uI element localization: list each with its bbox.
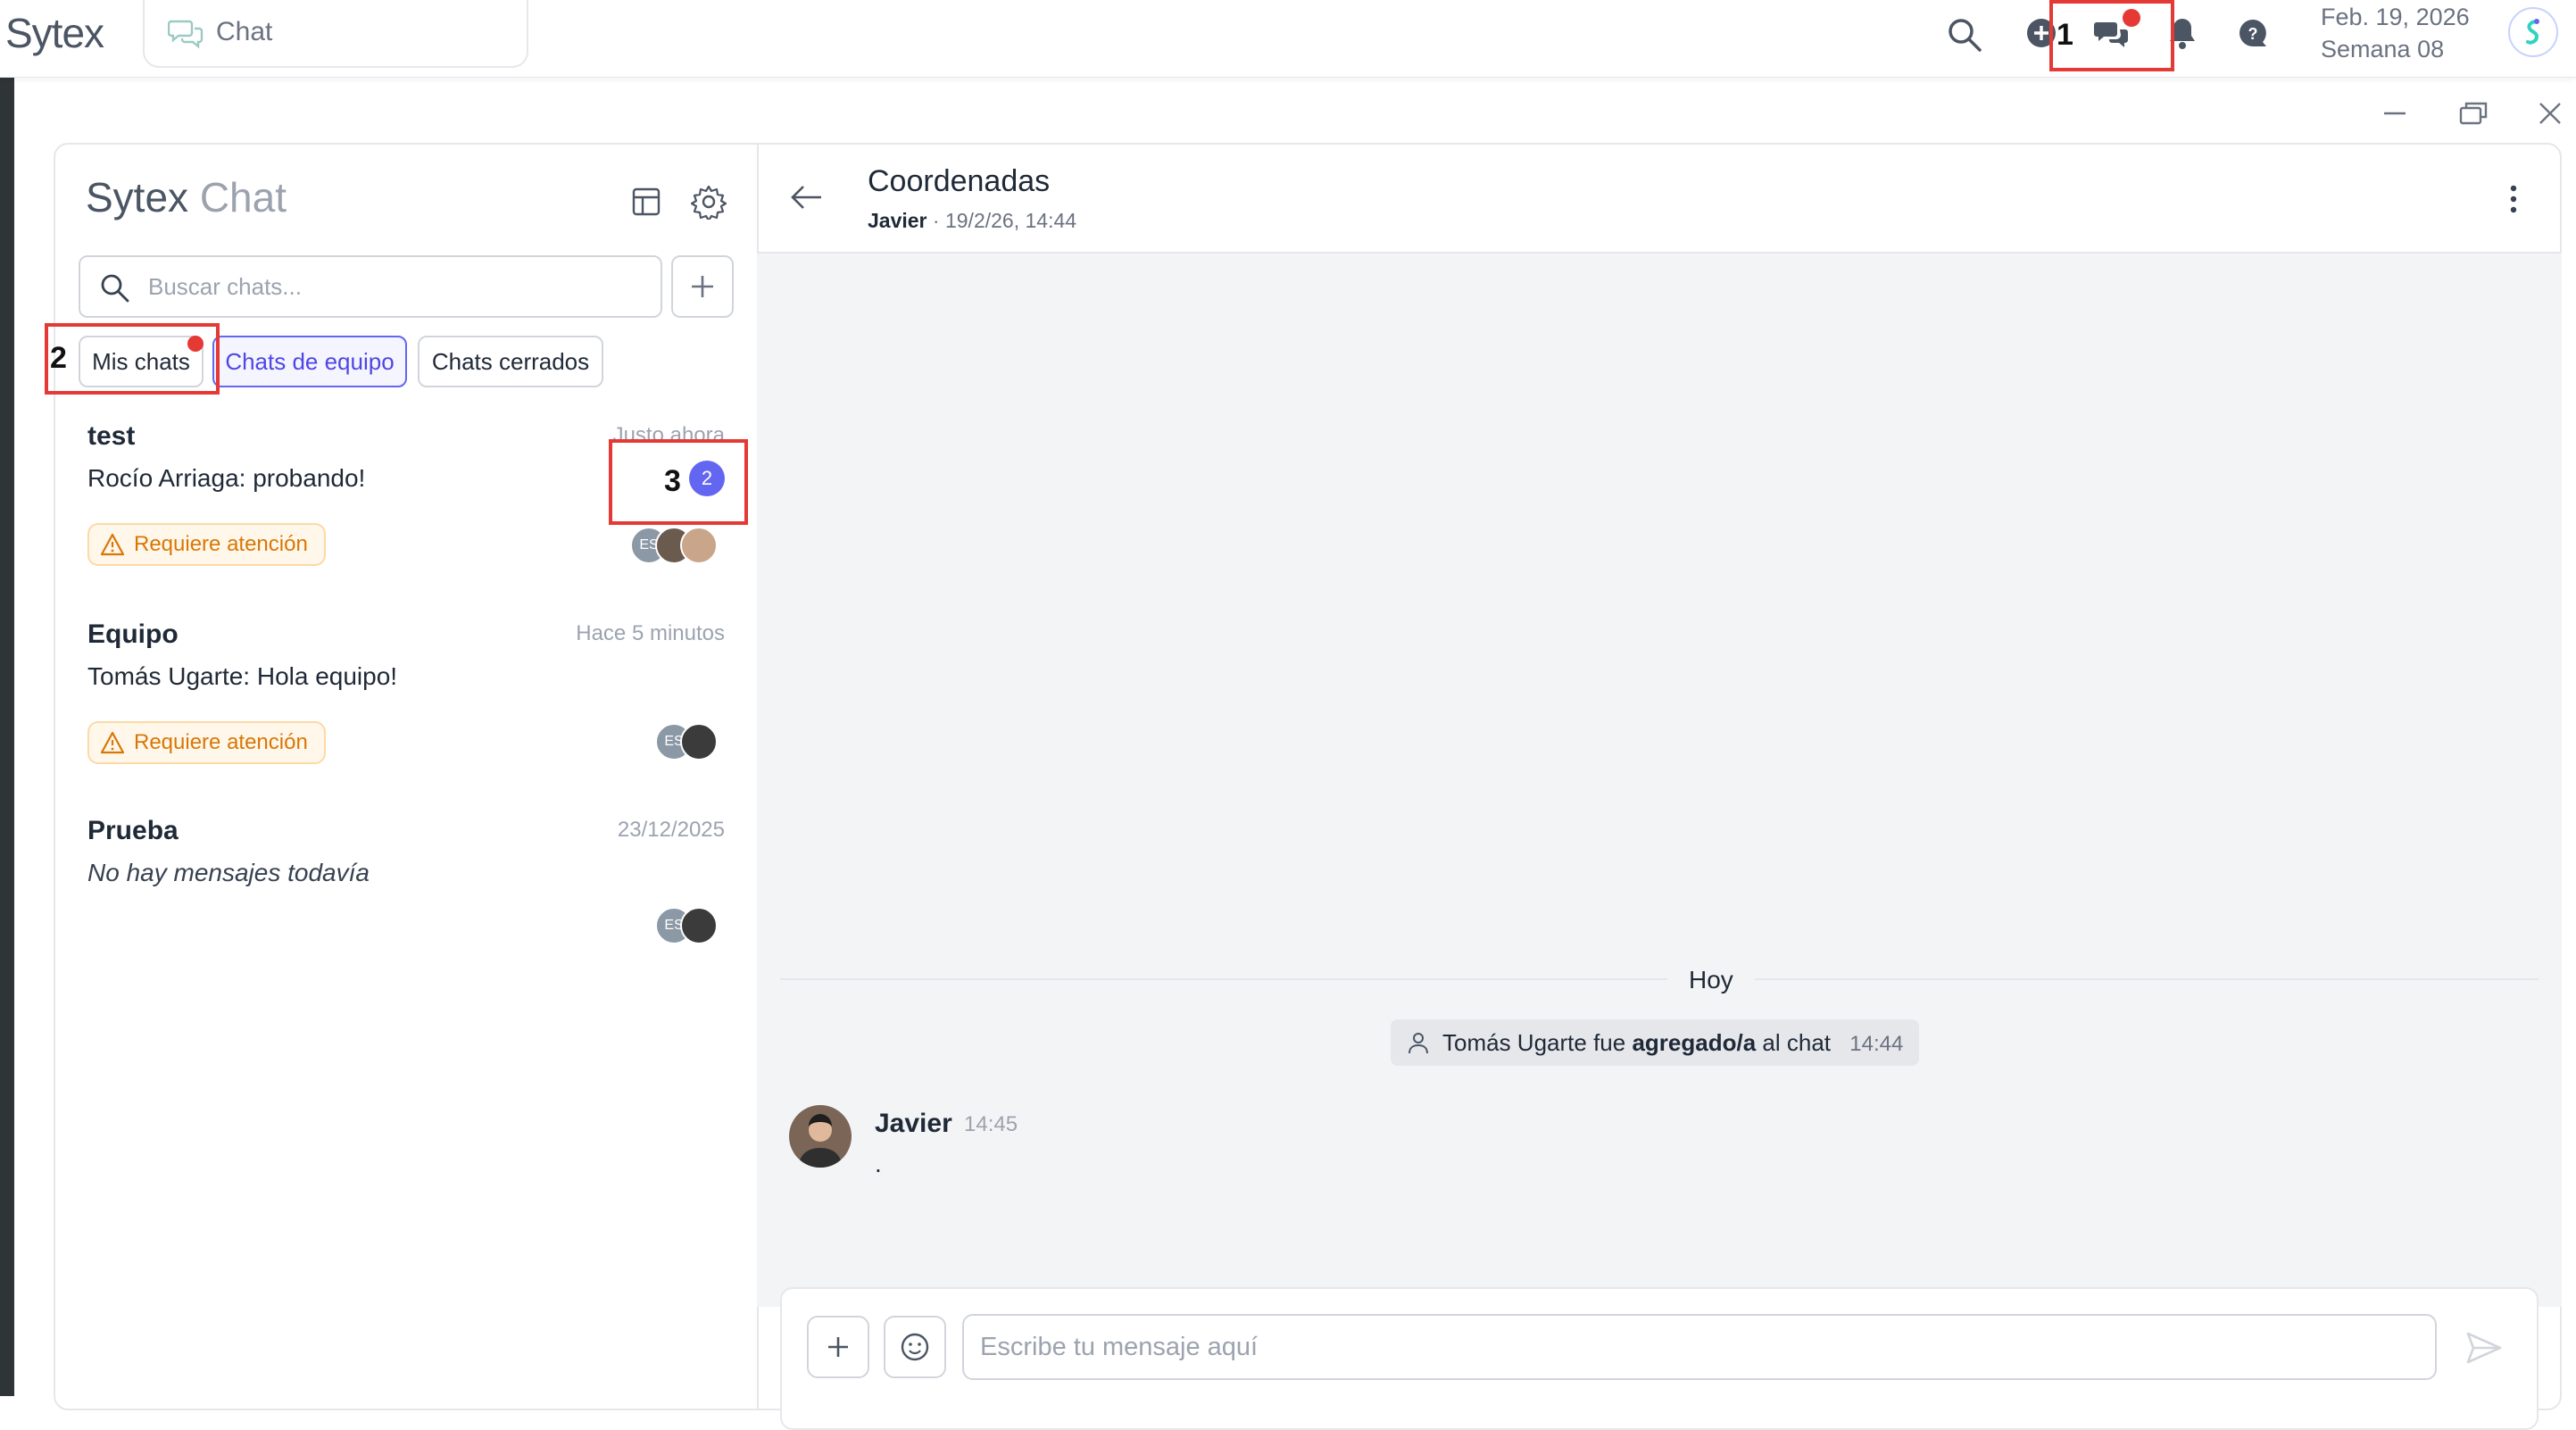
plus-icon [692, 276, 713, 297]
chat-name: test [87, 421, 136, 451]
day-separator [780, 978, 2539, 980]
message-input[interactable]: Escribe tu mensaje aquí [962, 1314, 2437, 1380]
warning-icon [100, 731, 125, 754]
tab-team-chats[interactable]: Chats de equipo [212, 336, 407, 387]
meta-separator: · [932, 209, 940, 232]
send-icon[interactable] [2465, 1330, 2503, 1366]
message-text: . [875, 1150, 882, 1177]
system-message-time: 14:44 [1849, 1032, 1904, 1056]
attention-badge: Requiere atención [87, 721, 326, 764]
search-icon [98, 271, 130, 303]
system-message-post: al chat [1762, 1029, 1832, 1056]
module-selector[interactable]: Chat [143, 0, 528, 68]
conversation-creator: Javier [868, 209, 927, 232]
tab-closed-chats[interactable]: Chats cerrados [418, 336, 603, 387]
plus-icon [828, 1337, 848, 1357]
minimize-icon[interactable] [2381, 100, 2408, 127]
annotation-box-2 [45, 323, 220, 395]
sidebar-title-product: Chat [199, 174, 287, 220]
chat-panel: Sytex Chat Buscar chats... Mis chats Cha… [45, 143, 2562, 1430]
avatar[interactable] [789, 1105, 852, 1168]
user-avatar[interactable] [2508, 7, 2558, 57]
close-icon[interactable] [2537, 100, 2564, 127]
sidebar-title: Sytex Chat [86, 173, 287, 221]
help-icon[interactable]: ? [2237, 18, 2269, 50]
chat-list-item-equipo[interactable]: Equipo Hace 5 minutos Tomás Ugarte: Hola… [55, 611, 757, 807]
annotation-label-2: 2 [50, 341, 67, 375]
attach-button[interactable] [807, 1316, 869, 1378]
chat-time: Hace 5 minutos [576, 621, 725, 645]
user-icon [1408, 1033, 1428, 1054]
avatar [680, 723, 718, 761]
warning-icon [100, 533, 125, 556]
chat-last-message: Rocío Arriaga: probando! [87, 464, 366, 492]
back-arrow-icon[interactable] [789, 182, 825, 212]
annotation-label-1: 1 [2057, 18, 2073, 52]
message-composer: Escribe tu mensaje aquí [780, 1287, 2539, 1430]
background-app-strip [0, 77, 14, 1396]
svg-text:?: ? [2248, 25, 2258, 43]
day-separator-label: Hoy [1667, 966, 1755, 994]
search-icon[interactable] [1946, 16, 1983, 54]
annotation-label-3: 3 [664, 464, 681, 498]
system-message-action: agregado/a [1632, 1029, 1757, 1056]
conversation-header: Coordenadas Javier · 19/2/26, 14:44 [757, 145, 2562, 254]
avatar [680, 907, 718, 944]
conversation-title: Coordenadas [868, 164, 1051, 198]
gear-icon[interactable] [691, 184, 727, 220]
search-placeholder: Buscar chats... [148, 273, 302, 300]
chat-bubbles-icon [168, 18, 204, 50]
conversation-pane: Coordenadas Javier · 19/2/26, 14:44 Hoy … [757, 145, 2562, 1430]
top-bar: Sytex Chat ? Feb. 19, 2026 Semana 08 1 [0, 0, 2576, 78]
system-message: Tomás Ugarte fue agregado/a al chat 14:4… [1391, 1019, 1920, 1066]
layout-toggle-icon[interactable] [630, 186, 662, 218]
system-message-pre: Tomás Ugarte fue [1442, 1029, 1626, 1056]
restore-window-icon[interactable] [2458, 100, 2489, 127]
attention-label: Requiere atención [134, 730, 308, 754]
message-author: Javier [875, 1109, 952, 1138]
more-options-icon[interactable] [2508, 184, 2519, 214]
emoji-button[interactable] [884, 1316, 946, 1378]
conversation-created-time: 19/2/26, 14:44 [944, 209, 1077, 232]
message-area: Hoy Tomás Ugarte fue agregado/a al chat … [757, 254, 2562, 1307]
search-chats-input[interactable]: Buscar chats... [79, 255, 662, 318]
sidebar-title-brand: Sytex [86, 174, 189, 220]
avatar [680, 527, 718, 564]
attention-badge: Requiere atención [87, 523, 326, 566]
chat-name: Equipo [87, 619, 179, 649]
current-week: Semana 08 [2321, 36, 2445, 62]
new-chat-button[interactable] [671, 255, 734, 318]
chat-name: Prueba [87, 816, 179, 845]
app-logo[interactable]: Sytex [5, 9, 104, 57]
attention-label: Requiere atención [134, 532, 308, 556]
chat-sidebar: Sytex Chat Buscar chats... Mis chats Cha… [45, 145, 759, 1409]
chat-time: 23/12/2025 [617, 818, 725, 842]
current-date: Feb. 19, 2026 [2321, 4, 2470, 30]
chat-last-message: Tomás Ugarte: Hola equipo! [87, 662, 398, 690]
chat-last-message: No hay mensajes todavía [87, 859, 370, 886]
smiley-icon [901, 1333, 929, 1361]
conversation-meta: Javier · 19/2/26, 14:44 [868, 209, 1076, 233]
module-label: Chat [216, 17, 273, 46]
message-time: 14:45 [964, 1112, 1018, 1136]
chat-list-item-prueba[interactable]: Prueba 23/12/2025 No hay mensajes todaví… [55, 807, 757, 1003]
